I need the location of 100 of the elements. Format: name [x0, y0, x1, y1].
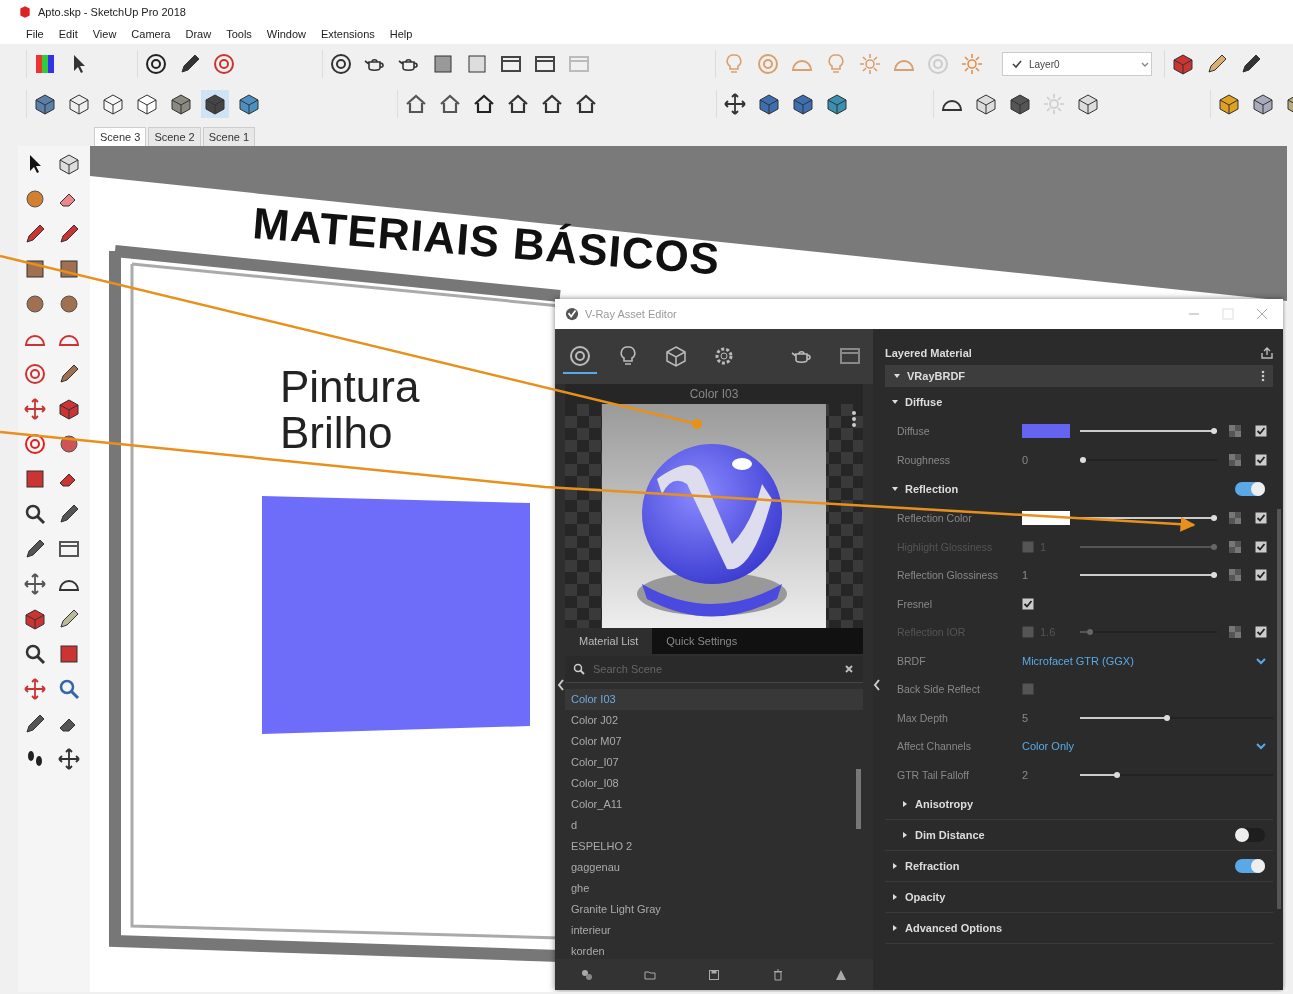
slider-thumb[interactable] — [1080, 456, 1086, 463]
scrollbar-thumb[interactable] — [1277, 509, 1281, 909]
checkbox[interactable] — [1255, 569, 1267, 582]
parameter-label: BRDF — [896, 654, 927, 667]
material-item[interactable]: Color_I07 — [565, 752, 863, 773]
collapse-icon[interactable] — [873, 679, 881, 691]
slider-thumb[interactable] — [1113, 771, 1120, 778]
scene-tab[interactable]: Scene 2 — [148, 127, 201, 146]
material-item[interactable]: gaggenau — [565, 857, 863, 878]
material-item[interactable]: Color M07 — [565, 731, 863, 752]
material-item[interactable]: korden — [565, 941, 863, 959]
more-options-icon[interactable] — [1261, 370, 1265, 382]
caret-icon[interactable] — [901, 800, 909, 808]
scene-tab[interactable]: Scene 3 — [94, 127, 147, 146]
spheres-icon[interactable] — [580, 968, 593, 981]
menu-item[interactable]: Help — [389, 28, 413, 40]
parameter-value[interactable]: 0 — [1022, 453, 1029, 466]
material-item[interactable]: ghe — [565, 878, 863, 899]
menu-item[interactable]: View — [92, 28, 117, 40]
caret-icon[interactable] — [901, 831, 909, 839]
menu-item[interactable]: Tools — [226, 28, 252, 40]
section-title[interactable]: Anisotropy — [915, 798, 1273, 810]
caret-icon[interactable] — [891, 862, 899, 870]
menu-item[interactable]: Edit — [58, 28, 78, 40]
checkbox[interactable] — [1255, 512, 1267, 525]
texture-map-icon[interactable] — [1227, 451, 1243, 468]
dropdown-value[interactable]: Color Only — [1022, 740, 1074, 753]
parameter-value[interactable]: 2 — [1022, 768, 1029, 781]
window-title: Apto.skp - SketchUp Pro 2018 — [38, 6, 186, 18]
cone-icon[interactable] — [835, 968, 848, 981]
parameter-label: GTR Tail Falloff — [896, 768, 970, 781]
caret-icon[interactable] — [891, 398, 899, 406]
checkbox[interactable] — [1255, 425, 1267, 438]
texture-map-icon[interactable] — [1227, 624, 1243, 641]
checkbox[interactable] — [1022, 683, 1034, 696]
search-icon — [573, 663, 585, 675]
texture-map-icon[interactable] — [1227, 567, 1243, 584]
dropdown-value[interactable]: Microfacet GTR (GGX) — [1022, 654, 1134, 667]
folder-icon[interactable] — [644, 968, 657, 981]
parameter-value[interactable]: 5 — [1022, 711, 1029, 724]
cube-icon[interactable] — [201, 90, 229, 118]
menu-item[interactable]: Draw — [185, 28, 212, 40]
caret-icon[interactable] — [891, 893, 899, 901]
search-field[interactable]: Search Scene — [591, 662, 837, 676]
more-options-icon[interactable] — [851, 410, 857, 428]
slider-thumb[interactable] — [1164, 714, 1171, 721]
material-type-title: Layered Material — [885, 347, 972, 359]
checkbox[interactable] — [1255, 453, 1267, 466]
section-title[interactable]: Dim Distance — [915, 829, 1229, 841]
layer-name: VRayBRDF — [907, 370, 967, 382]
color-swatch[interactable] — [1022, 424, 1070, 439]
material-item[interactable]: Granite Light Gray — [565, 899, 863, 920]
section-title[interactable]: Refraction — [905, 860, 1229, 872]
section-title[interactable]: Diffuse — [905, 396, 1273, 408]
parameter-label: Fresnel — [896, 597, 933, 610]
material-item[interactable]: Color_A11 — [565, 794, 863, 815]
clear-icon[interactable] — [843, 663, 855, 675]
texture-map-icon[interactable] — [1227, 423, 1243, 440]
caret-icon[interactable] — [891, 485, 899, 493]
scene-tab[interactable]: Scene 1 — [202, 127, 256, 146]
export-icon[interactable] — [1261, 347, 1273, 359]
menu-item[interactable]: Extensions — [320, 28, 375, 40]
parameter-value[interactable]: 1 — [1022, 569, 1029, 582]
floppy-icon[interactable] — [708, 968, 720, 981]
material-item[interactable]: Color J02 — [565, 710, 863, 731]
search-box[interactable]: Search Scene — [565, 656, 863, 683]
texture-map-icon[interactable] — [1227, 510, 1243, 527]
menu-item[interactable]: Camera — [131, 28, 171, 40]
slider[interactable] — [1080, 514, 1217, 523]
material-item[interactable]: Color_I08 — [565, 773, 863, 794]
slider-thumb[interactable] — [1211, 572, 1217, 579]
layer-dropdown[interactable]: Layer0 — [1002, 52, 1152, 76]
material-item[interactable]: ESPELHO 2 — [565, 836, 863, 857]
parameter-label: Reflection Color — [896, 512, 973, 525]
material-item[interactable]: interieur — [565, 920, 863, 941]
parameter-label: Max Depth — [896, 711, 949, 724]
list-tab[interactable]: Material List — [565, 628, 653, 654]
menu-item[interactable]: Window — [266, 28, 306, 40]
parameter-label: Back Side Reflect — [896, 683, 981, 696]
toggle-switch[interactable] — [1235, 482, 1265, 496]
section-title[interactable]: Reflection — [905, 483, 1229, 495]
toggle-switch[interactable] — [1235, 828, 1265, 842]
parameter-label: Affect Channels — [896, 740, 972, 753]
check-icon — [1011, 58, 1023, 70]
checkbox[interactable] — [1022, 597, 1034, 610]
caret-icon[interactable] — [893, 372, 901, 380]
caret-icon[interactable] — [891, 924, 899, 932]
menu-item[interactable]: File — [26, 28, 44, 40]
material-item[interactable]: d — [565, 815, 863, 836]
slider-thumb[interactable] — [1211, 428, 1217, 435]
scrollbar-thumb[interactable] — [856, 769, 861, 829]
toggle-switch[interactable] — [1235, 859, 1265, 873]
collapse-icon[interactable] — [557, 679, 565, 691]
section-title[interactable]: Advanced Options — [905, 922, 1273, 934]
material-item[interactable]: Color I03 — [565, 689, 863, 710]
slider-thumb[interactable] — [1211, 515, 1217, 522]
section-title[interactable]: Opacity — [905, 891, 1273, 903]
texture-map-icon[interactable] — [1227, 538, 1243, 555]
trash-icon[interactable] — [771, 968, 784, 981]
app-logo-icon — [18, 5, 32, 19]
